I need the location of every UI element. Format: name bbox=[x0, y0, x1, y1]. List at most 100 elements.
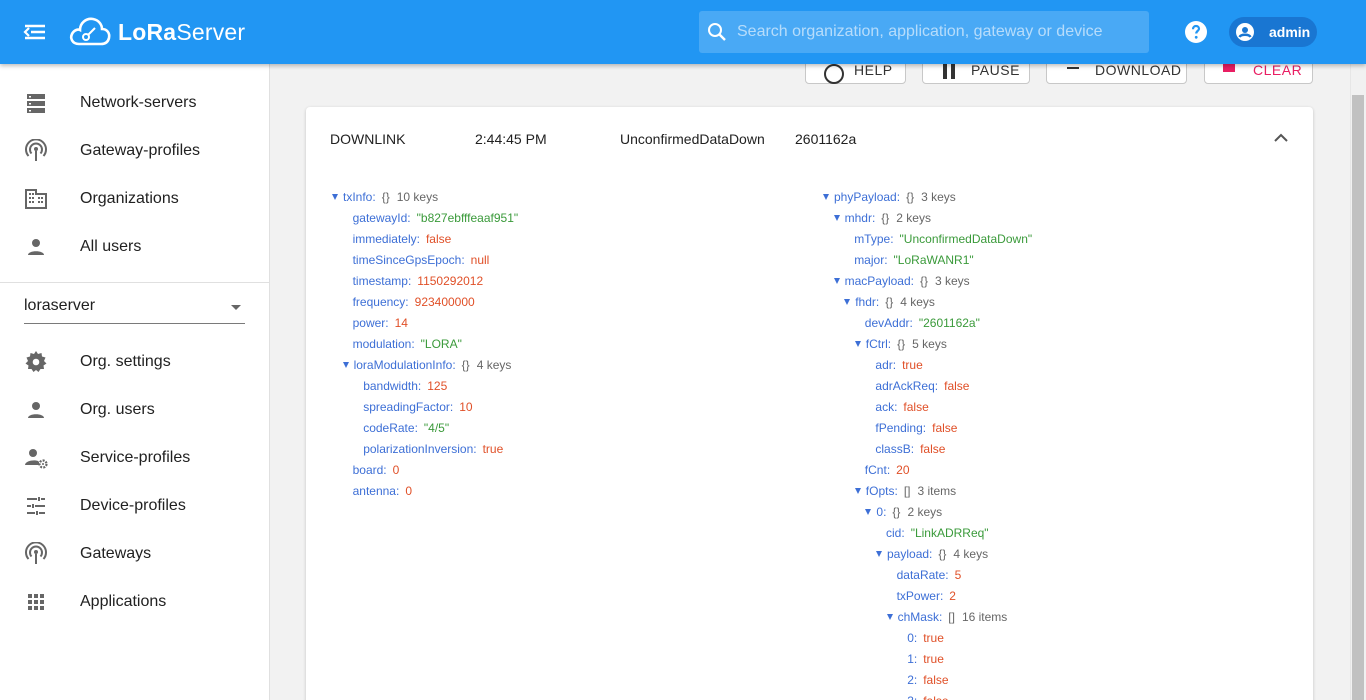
sidebar-item-gateways[interactable]: Gateways bbox=[0, 530, 269, 578]
sidebar-item-org-users[interactable]: Org. users bbox=[0, 386, 269, 434]
json-value: 0 bbox=[405, 484, 413, 498]
json-tree-row: ack: false bbox=[875, 400, 929, 414]
json-tree-row[interactable]: chMask:[] 16 items bbox=[886, 610, 1007, 631]
sidebar-item-network-servers[interactable]: Network-servers bbox=[0, 79, 269, 127]
json-key: codeRate bbox=[363, 421, 415, 435]
search-box[interactable] bbox=[699, 11, 1149, 53]
json-value: "LinkADRReq" bbox=[910, 526, 989, 540]
json-node-count: 4 keys bbox=[900, 295, 935, 309]
json-node-count: 4 keys bbox=[476, 358, 512, 372]
json-value: 2 bbox=[949, 589, 956, 603]
sidebar-item-applications[interactable]: Applications bbox=[0, 578, 269, 626]
person-icon bbox=[28, 239, 44, 255]
json-value: "LORA" bbox=[420, 337, 462, 351]
json-tree-row[interactable]: txInfo:{} 10 keys bbox=[332, 190, 438, 211]
json-key: loraModulationInfo bbox=[353, 358, 453, 372]
json-value: 923400000 bbox=[414, 295, 475, 309]
expand-triangle-icon[interactable] bbox=[854, 341, 861, 347]
download-icon bbox=[1067, 67, 1079, 69]
json-value: 0 bbox=[392, 463, 400, 477]
json-tree-row: 3:false bbox=[907, 694, 948, 700]
expand-triangle-icon[interactable] bbox=[833, 278, 840, 284]
json-tree-row: spreadingFactor: 10 bbox=[363, 400, 473, 414]
json-key: fOpts bbox=[865, 484, 895, 498]
expand-triangle-icon[interactable] bbox=[342, 362, 349, 368]
json-key: fCnt bbox=[864, 463, 887, 477]
help-icon[interactable] bbox=[1184, 20, 1208, 44]
json-tree-row[interactable]: fhdr:{} 4 keys bbox=[844, 295, 935, 316]
sidebar-item-label: Service-profiles bbox=[80, 449, 191, 466]
json-tree-row: adr: true bbox=[875, 358, 923, 372]
download-button-label: DOWNLOAD bbox=[1095, 62, 1182, 78]
expand-triangle-icon[interactable] bbox=[844, 299, 851, 305]
account-circle-icon bbox=[1236, 23, 1254, 41]
json-tree-row: codeRate: "4/5" bbox=[363, 421, 450, 435]
json-tree-row: dataRate: 5 bbox=[896, 568, 962, 582]
expand-triangle-icon[interactable] bbox=[865, 509, 872, 515]
json-tree-row[interactable]: 0:{} 2 keys bbox=[865, 505, 942, 526]
user-menu-button[interactable]: admin bbox=[1229, 17, 1317, 47]
sidebar-item-all-users[interactable]: All users bbox=[0, 223, 269, 271]
expand-triangle-icon[interactable] bbox=[876, 551, 882, 557]
organization-select[interactable]: loraserver bbox=[24, 290, 245, 324]
expand-triangle-icon[interactable] bbox=[823, 194, 829, 200]
expand-triangle-icon[interactable] bbox=[886, 614, 893, 620]
json-value: false bbox=[425, 232, 452, 246]
json-key: polarizationInversion bbox=[363, 442, 474, 456]
json-tree-row[interactable]: fCtrl:{} 5 keys bbox=[854, 337, 947, 358]
building-icon bbox=[25, 189, 47, 209]
menu-collapse-icon[interactable] bbox=[22, 20, 48, 44]
json-tree-row[interactable]: loraModulationInfo:{} 4 keys bbox=[342, 358, 512, 379]
search-input[interactable] bbox=[727, 11, 1149, 53]
sidebar-item-organizations[interactable]: Organizations bbox=[0, 175, 269, 223]
sidebar-item-label: Applications bbox=[80, 593, 167, 610]
logo-text: LoRaServer bbox=[118, 18, 246, 45]
json-tree-row[interactable]: macPayload:{} 3 keys bbox=[833, 274, 970, 295]
json-tree-row: board: 0 bbox=[352, 463, 400, 477]
expand-triangle-icon[interactable] bbox=[332, 194, 338, 200]
json-tree-row[interactable]: payload:{} 4 keys bbox=[876, 547, 988, 568]
json-value: 5 bbox=[954, 568, 962, 582]
json-tree-row: mType: "UnconfirmedDataDown" bbox=[854, 232, 1033, 246]
json-tree-row: timeSinceGpsEpoch: null bbox=[352, 253, 490, 267]
server-icon bbox=[27, 94, 45, 113]
json-tree-row: antenna: 0 bbox=[352, 484, 413, 498]
json-value: "LoRaWANR1" bbox=[893, 253, 974, 267]
sidebar-item-label: Network-servers bbox=[80, 94, 197, 111]
user-name: admin bbox=[1269, 24, 1311, 40]
expand-triangle-icon[interactable] bbox=[833, 215, 840, 221]
json-key: txPower bbox=[896, 589, 940, 603]
sidebar-item-device-profiles[interactable]: Device-profiles bbox=[0, 482, 269, 530]
sidebar-item-gateway-profiles[interactable]: Gateway-profiles bbox=[0, 127, 269, 175]
json-tree-row[interactable]: fOpts:[] 3 items bbox=[854, 484, 956, 505]
json-key: phyPayload bbox=[834, 190, 897, 204]
tune-icon bbox=[27, 497, 45, 515]
json-key: ack bbox=[875, 400, 895, 414]
json-value: 1150292012 bbox=[417, 274, 484, 288]
json-tree-row[interactable]: phyPayload:{} 3 keys bbox=[823, 190, 956, 211]
sidebar-item-service-profiles[interactable]: Service-profiles bbox=[0, 434, 269, 482]
json-value: false bbox=[920, 442, 946, 456]
sidebar-item-label: Organizations bbox=[80, 190, 179, 207]
frame-card-header[interactable]: DOWNLINK 2:44:45 PM UnconfirmedDataDown … bbox=[306, 107, 1313, 169]
json-value: false bbox=[903, 400, 929, 414]
json-key: classB bbox=[875, 442, 911, 456]
account-settings-icon bbox=[25, 449, 48, 469]
json-value: null bbox=[470, 253, 490, 267]
app-bar: LoRaServer admin bbox=[0, 0, 1366, 64]
logo[interactable]: LoRaServer bbox=[68, 12, 245, 52]
person-icon bbox=[28, 402, 44, 418]
scrollbar-thumb[interactable] bbox=[1352, 95, 1364, 700]
cloud-logo-icon bbox=[69, 17, 111, 46]
json-key: mhdr bbox=[844, 211, 872, 225]
expand-triangle-icon[interactable] bbox=[854, 488, 861, 494]
json-node-count: 2 keys bbox=[896, 211, 931, 225]
json-value: 125 bbox=[427, 379, 448, 393]
json-key: timeSinceGpsEpoch bbox=[352, 253, 462, 267]
sidebar-item-org-settings[interactable]: Org. settings bbox=[0, 338, 269, 386]
pause-icon bbox=[943, 63, 955, 79]
json-key: immediately bbox=[352, 232, 417, 246]
json-tree-row[interactable]: mhdr:{} 2 keys bbox=[833, 211, 931, 232]
json-key: antenna bbox=[352, 484, 396, 498]
chevron-up-icon[interactable] bbox=[1272, 129, 1290, 147]
